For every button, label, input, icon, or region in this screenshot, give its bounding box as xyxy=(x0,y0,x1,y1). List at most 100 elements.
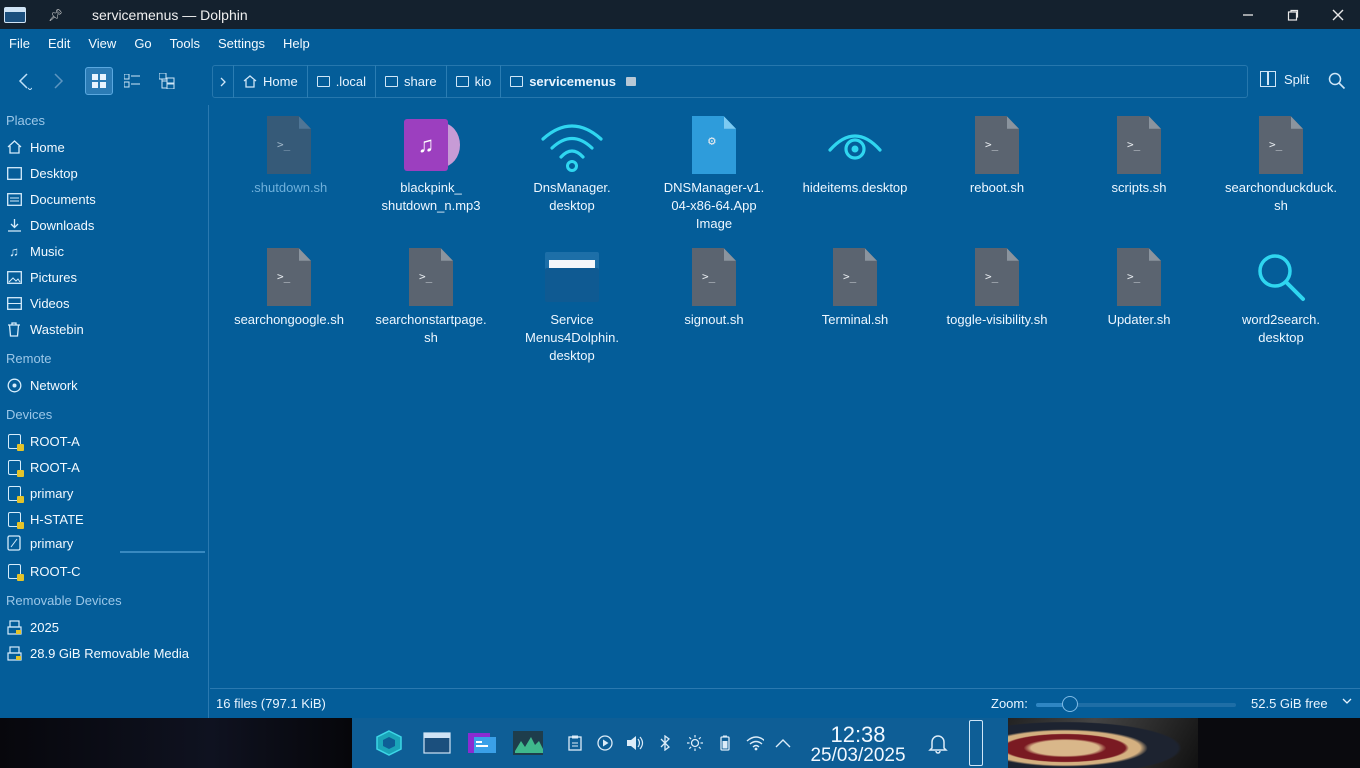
file-item[interactable]: DnsManager. desktop xyxy=(507,115,637,215)
file-item[interactable]: >_ Terminal.sh xyxy=(790,247,920,329)
file-name: signout.sh xyxy=(684,312,744,327)
wifi-tray-icon[interactable] xyxy=(746,734,764,752)
file-item[interactable]: >_ .shutdown.sh xyxy=(224,115,354,197)
file-name: .shutdown.sh xyxy=(250,180,328,195)
menu-help[interactable]: Help xyxy=(274,36,319,51)
script-icon: >_ xyxy=(975,116,1019,174)
compact-view-button[interactable] xyxy=(118,67,146,95)
file-item[interactable]: >_ toggle-visibility.sh xyxy=(932,247,1062,329)
wifi-icon xyxy=(541,124,603,172)
file-item[interactable]: >_ searchongoogle.sh xyxy=(224,247,354,329)
folder-icon xyxy=(510,76,524,87)
file-item[interactable]: >_ Updater.sh xyxy=(1074,247,1204,329)
search-button[interactable] xyxy=(1328,72,1346,90)
app-launcher-button[interactable] xyxy=(374,728,404,758)
battery-icon[interactable] xyxy=(716,734,734,752)
search-icon xyxy=(1328,72,1346,90)
eye-icon xyxy=(828,134,882,160)
drive-icon xyxy=(7,563,24,581)
chevron-up-icon[interactable] xyxy=(774,734,792,752)
pin-icon[interactable]: 📌︎ xyxy=(48,8,63,22)
drive-edit-icon xyxy=(6,535,22,551)
sidebar-item-device[interactable]: ROOT-C xyxy=(6,560,81,582)
notifications-bell-icon[interactable] xyxy=(928,732,948,754)
menu-go[interactable]: Go xyxy=(125,36,160,51)
software-center-icon xyxy=(468,733,496,753)
file-view[interactable]: >_ .shutdown.sh ♫ blackpink_ shutdown_n.… xyxy=(210,105,1360,688)
sidebar-scroll-indicator[interactable] xyxy=(120,551,205,553)
forward-button[interactable] xyxy=(44,67,72,95)
file-item[interactable]: word2search. desktop xyxy=(1216,247,1346,347)
menu-tools[interactable]: Tools xyxy=(161,36,209,51)
sidebar-item-device[interactable]: H-STATE xyxy=(6,508,84,530)
minimize-button[interactable] xyxy=(1225,0,1270,29)
sidebar-item-device[interactable]: primary xyxy=(6,532,73,554)
sidebar-item-documents[interactable]: Documents xyxy=(6,188,96,210)
menu-file[interactable]: File xyxy=(0,36,39,51)
breadcrumb-kio[interactable]: kio xyxy=(447,65,502,98)
back-button[interactable] xyxy=(10,67,38,95)
breadcrumb-root-arrow[interactable] xyxy=(213,65,234,98)
sidebar-item-wastebin[interactable]: Wastebin xyxy=(6,318,84,340)
file-name: scripts.sh xyxy=(1111,180,1167,195)
clock-date[interactable]: 25/03/2025 xyxy=(804,745,912,767)
appimage-icon: ⚙ xyxy=(692,116,736,174)
file-item[interactable]: >_ signout.sh xyxy=(649,247,779,329)
sidebar-item-device[interactable]: primary xyxy=(6,482,73,504)
desktop-icon xyxy=(6,165,22,181)
dolphin-taskbar-button[interactable] xyxy=(422,728,452,758)
title-bar[interactable]: 📌︎ servicemenus — Dolphin xyxy=(0,0,1360,29)
icons-view-button[interactable] xyxy=(85,67,113,95)
menu-settings[interactable]: Settings xyxy=(209,36,274,51)
close-button[interactable] xyxy=(1315,0,1360,29)
sidebar-item-videos[interactable]: Videos xyxy=(6,292,70,314)
sidebar-item-device[interactable]: ROOT-A xyxy=(6,456,80,478)
file-item[interactable]: hideitems.desktop xyxy=(790,115,920,197)
sidebar-item-device[interactable]: ROOT-A xyxy=(6,430,80,452)
file-item[interactable]: >_ reboot.sh xyxy=(932,115,1062,197)
split-view-icon xyxy=(1260,71,1276,87)
sidebar-item-home[interactable]: Home xyxy=(6,136,65,158)
file-item[interactable]: >_ scripts.sh xyxy=(1074,115,1204,197)
clipboard-icon[interactable] xyxy=(566,734,584,752)
file-item[interactable]: Service Menus4Dolphin. desktop xyxy=(507,247,637,365)
breadcrumb-home[interactable]: Home xyxy=(234,65,308,98)
file-item[interactable]: >_ searchonduckduck. sh xyxy=(1216,115,1346,215)
show-desktop-button[interactable] xyxy=(969,720,983,766)
sidebar-item-pictures[interactable]: Pictures xyxy=(6,266,77,288)
location-bar[interactable]: Home .local share kio servicemenus xyxy=(212,65,1248,98)
breadcrumb-local[interactable]: .local xyxy=(308,65,377,98)
file-item[interactable]: ♫ blackpink_ shutdown_n.mp3 xyxy=(366,115,496,215)
file-item[interactable]: >_ searchonstartpage. sh xyxy=(366,247,496,347)
zoom-slider-handle[interactable] xyxy=(1062,696,1078,712)
sidebar-item-network[interactable]: Network xyxy=(6,374,78,396)
media-play-icon[interactable] xyxy=(596,734,614,752)
brightness-icon[interactable] xyxy=(686,734,704,752)
system-monitor-taskbar-button[interactable] xyxy=(513,728,543,758)
sidebar-item-removable[interactable]: 28.9 GiB Removable Media xyxy=(6,642,189,664)
menu-edit[interactable]: Edit xyxy=(39,36,79,51)
breadcrumb-share[interactable]: share xyxy=(376,65,447,98)
arrow-left-icon xyxy=(18,73,32,90)
home-icon xyxy=(243,75,257,88)
split-button[interactable]: Split xyxy=(1260,71,1309,87)
file-item[interactable]: ⚙ DNSManager-v1. 04-x86-64.App Image xyxy=(649,115,779,233)
volume-icon[interactable] xyxy=(626,734,644,752)
file-name: toggle-visibility.sh xyxy=(946,312,1048,327)
breadcrumb-servicemenus[interactable]: servicemenus xyxy=(501,65,645,98)
script-icon: >_ xyxy=(975,248,1019,306)
places-heading: Places xyxy=(6,113,46,128)
maximize-button[interactable] xyxy=(1270,0,1315,29)
chevron-down-icon[interactable] xyxy=(1342,694,1352,708)
dolphin-app-icon[interactable] xyxy=(4,6,26,23)
sidebar-item-removable[interactable]: 2025 xyxy=(6,616,59,638)
details-view-button[interactable] xyxy=(153,67,181,95)
discover-taskbar-button[interactable] xyxy=(467,728,497,758)
sidebar-item-music[interactable]: ♫ Music xyxy=(6,240,64,262)
sidebar-item-desktop[interactable]: Desktop xyxy=(6,162,78,184)
menu-view[interactable]: View xyxy=(79,36,125,51)
bluetooth-icon[interactable] xyxy=(656,734,674,752)
script-icon: >_ xyxy=(1117,248,1161,306)
sidebar-item-downloads[interactable]: Downloads xyxy=(6,214,94,236)
free-space-label[interactable]: 52.5 GiB free xyxy=(1251,696,1328,711)
